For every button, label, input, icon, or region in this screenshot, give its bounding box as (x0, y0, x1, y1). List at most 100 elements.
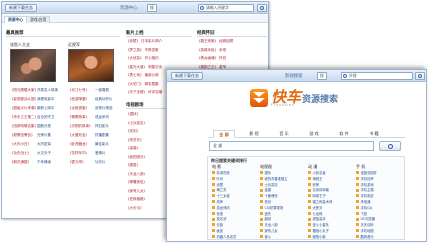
tab-resource-center[interactable]: 资源中心 (4, 16, 28, 23)
list-item[interactable]: 《神雕侠侣》 (126, 180, 166, 185)
tab-video[interactable]: 影 视 (243, 130, 265, 138)
ranking-item[interactable]: 七龙珠 (308, 211, 352, 216)
list-item[interactable]: 《蜗居》 (126, 163, 166, 168)
list-item[interactable]: 《还珠格格》 (126, 197, 166, 202)
ranking-item[interactable]: 奋斗 (260, 234, 304, 239)
list-item[interactable]: 《大长今》 (126, 206, 166, 211)
list-item[interactable]: 《警察故事》 (68, 115, 94, 120)
list-item[interactable]: 《超级大片来袭》 (10, 106, 36, 111)
list-item[interactable]: 开原名人故事 (37, 88, 59, 93)
list-item[interactable]: 《杀手之王第二》 (10, 115, 36, 120)
list-item[interactable]: 《影视部战斗团》 (10, 97, 36, 102)
tab-music[interactable]: 音 乐 (273, 130, 295, 138)
list-item[interactable]: 《大内小白》 (10, 142, 36, 147)
ranking-item[interactable]: 潜伏 (260, 170, 304, 175)
ranking-item[interactable]: CSI犯罪现场 (260, 205, 304, 210)
main-search-input[interactable]: 全 部 (209, 141, 374, 151)
ranking-item[interactable]: 蜡笔小新 (308, 234, 352, 239)
ranking-item[interactable]: 赤壁 (212, 182, 256, 187)
list-item[interactable]: 《英雄本色》 永恒 (197, 48, 267, 53)
list-item[interactable]: 《功夫战士》 (10, 151, 36, 156)
tab-games-apps[interactable]: 游戏/应用 (26, 16, 51, 23)
ranking-item[interactable]: 风声 (212, 199, 256, 204)
list-item[interactable]: 《花样年华》 (68, 151, 94, 156)
ranking-item[interactable]: 画皮 (212, 228, 256, 233)
list-item[interactable]: 武侠片精选 (95, 106, 117, 111)
list-item[interactable]: 一部喜剧 (95, 88, 117, 93)
ranking-item[interactable]: 天天动听 (356, 222, 400, 227)
list-item[interactable]: 热播剧集 (95, 133, 117, 138)
new-download-task-dropdown[interactable]: 新建下载任务 (171, 72, 203, 80)
list-item[interactable]: 《大侦探》 开心相约 (126, 56, 194, 61)
ranking-item[interactable]: 手机电影 (356, 193, 400, 198)
list-item[interactable]: 百合的守卫 (37, 115, 59, 120)
ranking-item[interactable]: 色戒 (212, 211, 256, 216)
tab-books[interactable]: 书 籍 (363, 130, 385, 138)
ranking-item[interactable]: 海贼王 (308, 176, 352, 181)
movie-two-poster[interactable] (68, 49, 114, 82)
ranking-item[interactable]: 越狱 (260, 216, 304, 221)
ranking-item[interactable]: 十面埋伏 (260, 193, 304, 198)
tab-games[interactable]: 游 戏 (303, 130, 325, 138)
list-item[interactable]: 《梦之旅》 不再发散 (126, 48, 194, 53)
list-item[interactable]: 《西游降魔》 (68, 97, 94, 102)
search-mini-button[interactable]: 搜 (317, 72, 327, 80)
list-item[interactable]: 《天龙八部》 (126, 172, 166, 177)
ranking-item[interactable]: 机器人总动员 (212, 234, 256, 239)
list-item[interactable]: 成龙系列 (95, 115, 117, 120)
ranking-item[interactable]: 火影忍者 (308, 170, 352, 175)
list-item[interactable]: 新鲜上映中 (37, 106, 59, 111)
ranking-item[interactable]: UC浏览器 (356, 216, 400, 221)
list-item[interactable]: 《光阴的故事》 (68, 124, 94, 129)
ranking-item[interactable]: 手机地图 (356, 228, 400, 233)
ranking-item[interactable]: 手机主题 (356, 187, 400, 192)
list-item[interactable]: 我看电影中 (37, 97, 59, 102)
ranking-item[interactable]: 手机铃声 (356, 176, 400, 181)
list-item[interactable]: 《亮剑》 (126, 129, 166, 134)
ranking-item[interactable]: 来电通 (356, 199, 400, 204)
list-item[interactable]: 《大唐双龙》 (68, 133, 94, 138)
list-item[interactable]: 《家有儿女》 (126, 189, 166, 194)
ranking-item[interactable]: 酷狗音乐 (356, 234, 400, 239)
ranking-item[interactable]: 死神 (308, 182, 352, 187)
list-item[interactable]: 《阳光照耀大家》 (10, 88, 36, 93)
list-item[interactable]: 《倩女幽魂》 怀旧 (197, 56, 267, 61)
tab-all[interactable]: 全 部 (213, 130, 235, 138)
ranking-item[interactable]: 手机游戏 (356, 182, 400, 187)
list-item[interactable]: 《霍元甲》 (68, 160, 94, 165)
search-input[interactable]: 外搜 (341, 72, 413, 80)
list-item[interactable]: 国剧分类 (37, 124, 59, 129)
list-item[interactable]: 《超警告警告》 (10, 133, 36, 138)
movie-one-title[interactable]: 张智人大全 (10, 42, 30, 48)
ranking-item[interactable]: 士兵突击 (260, 182, 304, 187)
ranking-item[interactable]: 梅兰芳 (212, 187, 256, 192)
list-item[interactable]: 经典动作片 (95, 97, 117, 102)
main-search-button[interactable] (379, 141, 401, 151)
ranking-item[interactable]: 无极 (212, 222, 256, 227)
ranking-item[interactable]: 亮剑 (260, 199, 304, 204)
list-item[interactable]: 大内密探 (37, 142, 59, 147)
search-button[interactable] (257, 4, 267, 12)
list-item[interactable]: 怀旧影片 (95, 124, 117, 129)
ranking-item[interactable]: 非诚勿扰 (212, 170, 256, 175)
ranking-item[interactable]: 我的青春谁做主 (260, 176, 304, 181)
list-item[interactable]: 光荣片集 (37, 133, 59, 138)
ranking-item[interactable]: 手机QQ (356, 205, 400, 210)
movie-two-title[interactable]: 近视军 (68, 42, 80, 48)
ranking-item[interactable]: 游龙戏凤 (212, 205, 256, 210)
new-download-task-dropdown[interactable]: 新建下载任务 (5, 4, 37, 12)
list-item[interactable]: 《士兵突击》 (126, 121, 166, 126)
ranking-item[interactable]: 网球王子 (308, 193, 352, 198)
ranking-item[interactable]: 圣斗士星矢 (308, 222, 352, 227)
ranking-item[interactable]: 投名状 (212, 216, 256, 221)
search-mini-button[interactable]: 搜 (147, 4, 157, 12)
search-button[interactable] (415, 72, 425, 80)
list-item[interactable]: 《长江七号》 (68, 88, 94, 93)
list-item[interactable]: 千年情缘 (37, 160, 59, 165)
list-item[interactable]: 《霸王别姬》 经典回顾 (197, 39, 267, 44)
list-item[interactable]: 《鲜花满楼》 (10, 160, 36, 165)
ranking-item[interactable]: 金婚 (260, 187, 304, 192)
ranking-item[interactable]: 叶问 (212, 176, 256, 181)
ranking-item[interactable]: 钢之炼金术师 (308, 199, 352, 204)
list-item[interactable]: 《金婚》 (126, 146, 166, 151)
